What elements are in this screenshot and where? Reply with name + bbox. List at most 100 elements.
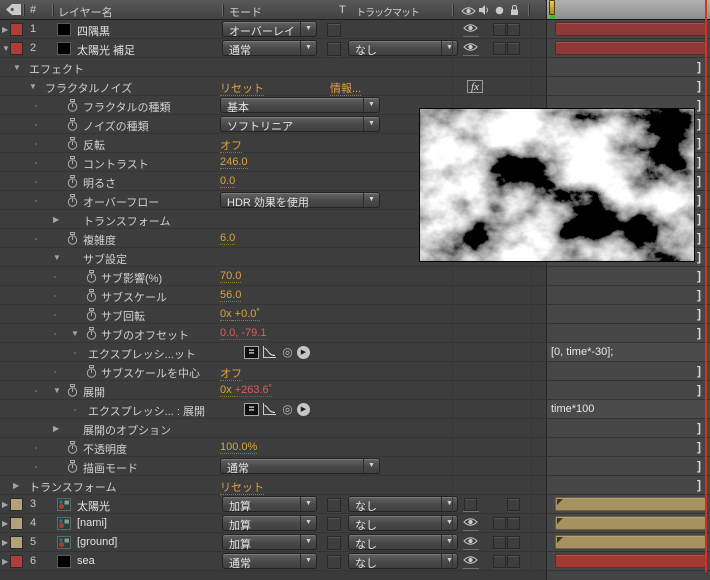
timeline-track[interactable]: ] [546, 476, 710, 494]
mode-dropdown[interactable]: オーバーレイ▼ [222, 21, 317, 37]
stopwatch-icon[interactable] [67, 441, 78, 454]
switch-box[interactable] [507, 536, 520, 549]
property-label[interactable]: 明るさ [83, 175, 116, 191]
value-segment[interactable]: 246.0 [220, 156, 248, 169]
layer-duration-bar[interactable] [555, 554, 706, 568]
eye-slot[interactable] [463, 498, 479, 512]
timeline-track[interactable]: ] [546, 381, 710, 399]
group-label[interactable]: 展開のオプション [83, 422, 171, 438]
property-value[interactable]: 6.0 [220, 232, 235, 244]
switch-box[interactable] [493, 517, 506, 530]
property-label[interactable]: コントラスト [83, 156, 149, 172]
value-segment[interactable]: オフ [220, 140, 242, 153]
value-segment[interactable]: 0.0, -79.1 [220, 327, 266, 340]
property-label[interactable]: 展開 [83, 384, 105, 400]
lock-icon[interactable] [509, 4, 520, 19]
layer-color-swatch[interactable] [10, 23, 23, 36]
property-label[interactable]: 反転 [83, 137, 105, 153]
track-matte-dropdown[interactable]: なし▼ [348, 40, 458, 56]
switch-box[interactable] [493, 42, 506, 55]
layer-name[interactable]: sea [77, 555, 95, 567]
mode-dropdown[interactable]: 加算▼ [222, 515, 317, 531]
expression-enable-icon[interactable]: = [244, 403, 259, 416]
column-t[interactable]: T [339, 4, 346, 16]
eye-slot[interactable] [463, 555, 479, 569]
property-label[interactable]: 描画モード [83, 460, 138, 476]
property-value[interactable]: 100.0% [220, 441, 257, 453]
expression-graph-icon[interactable] [262, 346, 277, 359]
expression-graph-icon[interactable] [262, 403, 277, 416]
eye-slot[interactable] [463, 23, 479, 37]
mode-dropdown[interactable]: 加算▼ [222, 496, 317, 512]
stopwatch-icon[interactable] [67, 156, 78, 169]
property-label[interactable]: 複雑度 [83, 232, 116, 248]
expression-menu-icon[interactable]: ▶ [297, 346, 310, 359]
timeline-track[interactable] [546, 20, 710, 38]
track-matte-t-checkbox[interactable] [327, 517, 341, 531]
mode-dropdown[interactable]: 加算▼ [222, 534, 317, 550]
property-label[interactable]: ノイズの種類 [83, 118, 149, 134]
layer-duration-bar[interactable] [555, 516, 706, 530]
track-matte-t-checkbox[interactable] [327, 536, 341, 550]
switch-box[interactable] [507, 23, 520, 36]
timeline-track[interactable]: ] [546, 305, 710, 323]
expression-label[interactable]: エクスプレッシ... : 展開 [88, 403, 205, 419]
property-label[interactable]: サブスケール [101, 289, 167, 305]
property-value[interactable]: 56.0 [220, 289, 241, 301]
property-value[interactable]: オフ [220, 137, 242, 153]
timeline-track[interactable]: time*100 [546, 400, 710, 418]
effect-dropdown[interactable]: 通常▼ [220, 458, 380, 474]
value-segment[interactable]: オフ [220, 368, 242, 381]
property-value[interactable]: 0.0, -79.1 [220, 327, 266, 339]
stopwatch-icon[interactable] [67, 118, 78, 131]
current-time-indicator[interactable] [549, 0, 555, 15]
value-segment[interactable]: 100.0% [220, 441, 257, 454]
expand-arrow-icon[interactable]: ▼ [2, 44, 10, 53]
solo-icon[interactable] [495, 6, 504, 18]
timeline-track[interactable]: ] [546, 457, 710, 475]
property-value[interactable]: 0x +263.6˚ [220, 384, 272, 396]
reset-link[interactable]: リセット [220, 479, 264, 495]
track-matte-dropdown[interactable]: なし▼ [348, 496, 458, 512]
pick-whip-icon[interactable]: ◎ [280, 403, 295, 416]
time-ruler[interactable] [546, 0, 710, 20]
expand-arrow-icon[interactable]: ▼ [71, 329, 79, 338]
stopwatch-icon[interactable] [86, 365, 97, 378]
property-value[interactable]: 70.0 [220, 270, 241, 282]
timeline-track[interactable]: ] [546, 58, 710, 76]
eye-slot[interactable] [463, 517, 479, 531]
pick-whip-icon[interactable]: ◎ [280, 346, 295, 359]
stopwatch-icon[interactable] [86, 289, 97, 302]
column-track-matte[interactable]: トラックマット [356, 4, 419, 19]
layer-color-swatch[interactable] [10, 498, 23, 511]
switch-box[interactable] [507, 517, 520, 530]
mode-dropdown[interactable]: 通常▼ [222, 40, 317, 56]
switch-box[interactable] [493, 23, 506, 36]
layer-color-swatch[interactable] [10, 42, 23, 55]
property-value[interactable]: 246.0 [220, 156, 248, 168]
expand-arrow-icon[interactable]: ▼ [53, 253, 61, 262]
audio-speaker-icon[interactable] [478, 4, 490, 19]
layer-name[interactable]: 太陽光 [77, 498, 110, 514]
expand-arrow-icon[interactable]: ▶ [2, 557, 8, 566]
track-matte-dropdown[interactable]: なし▼ [348, 553, 458, 569]
property-label[interactable]: オーバーフロー [83, 194, 159, 210]
stopwatch-icon[interactable] [86, 327, 97, 340]
stopwatch-icon[interactable] [67, 137, 78, 150]
track-matte-t-checkbox[interactable] [327, 23, 341, 37]
layer-color-swatch[interactable] [10, 536, 23, 549]
effect-dropdown[interactable]: ソフトリニア▼ [220, 116, 380, 132]
expand-arrow-icon[interactable]: ▶ [2, 25, 8, 34]
property-label[interactable]: 不透明度 [83, 441, 127, 457]
property-value[interactable]: オフ [220, 365, 242, 381]
layer-name[interactable]: 太陽光 補足 [77, 42, 135, 58]
track-matte-dropdown[interactable]: なし▼ [348, 515, 458, 531]
track-matte-t-checkbox[interactable] [327, 555, 341, 569]
timeline-track[interactable] [546, 533, 710, 551]
fx-badge[interactable]: fx [467, 80, 483, 93]
stopwatch-icon[interactable] [67, 194, 78, 207]
layer-name[interactable]: 四隅黒 [77, 23, 110, 39]
mode-dropdown[interactable]: 通常▼ [222, 553, 317, 569]
stopwatch-icon[interactable] [67, 460, 78, 473]
timeline-track[interactable] [546, 514, 710, 532]
